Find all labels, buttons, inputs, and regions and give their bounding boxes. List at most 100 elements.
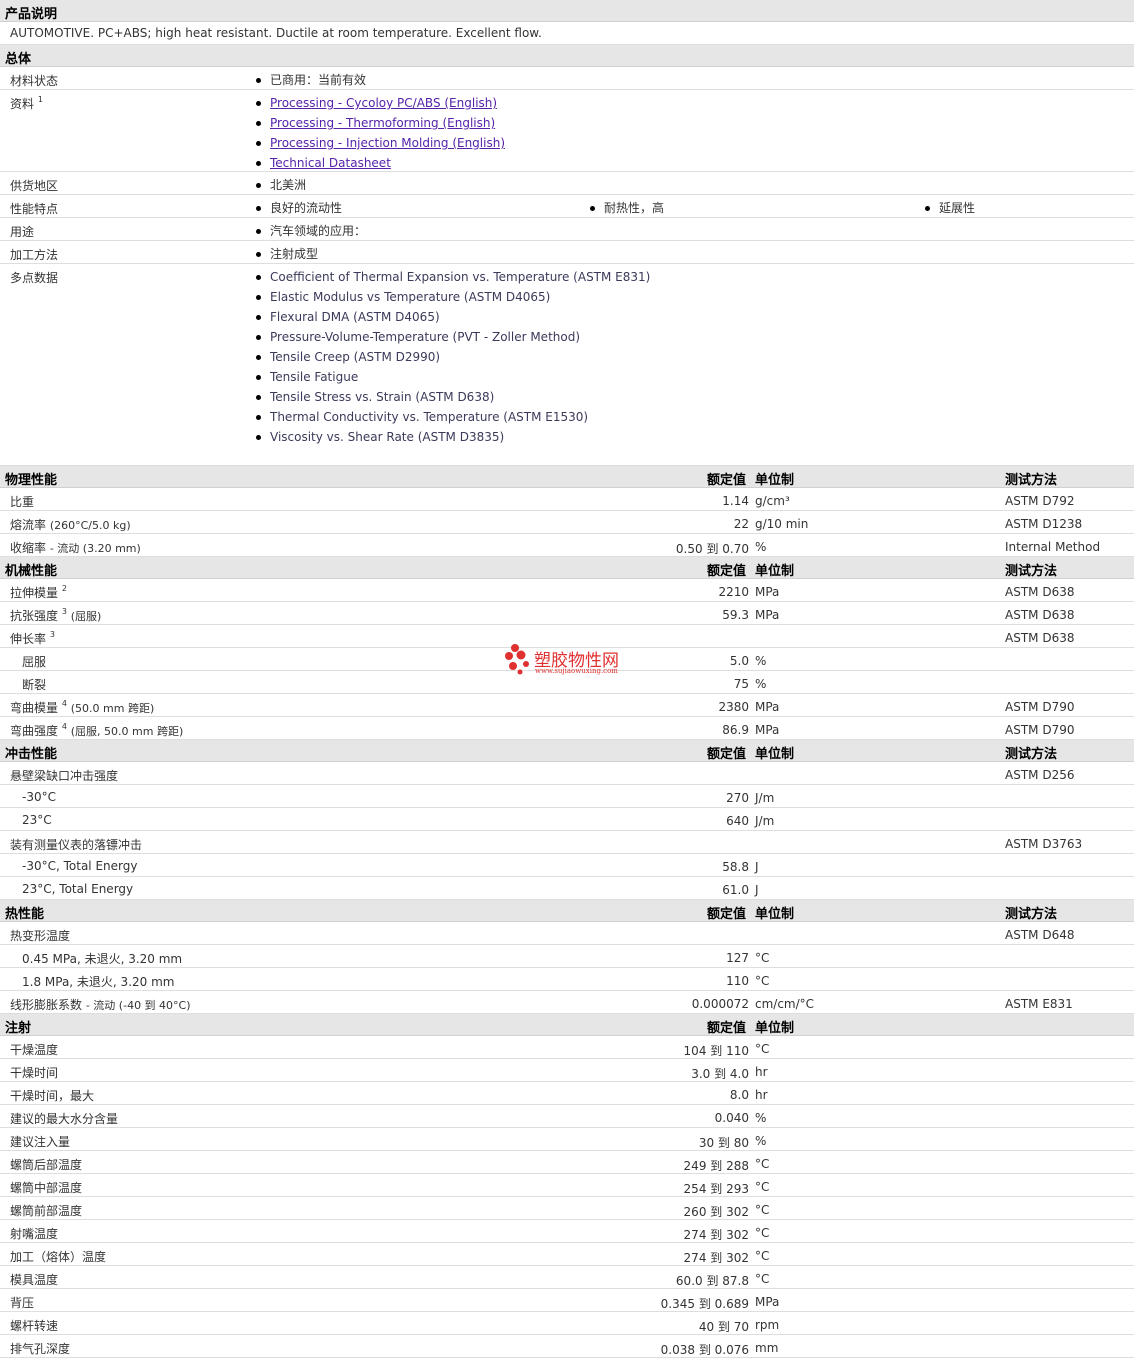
property-unit: °C bbox=[755, 1249, 770, 1263]
list-item-text[interactable]: Tensile Fatigue bbox=[270, 370, 358, 384]
row-label-text: 用途 bbox=[10, 225, 35, 239]
property-row: 螺筒后部温度 249 到 288 °C bbox=[0, 1151, 1134, 1174]
property-row: 比重 1.14 g/cm³ ASTM D792 bbox=[0, 488, 1134, 511]
property-label: 比重 bbox=[10, 493, 34, 510]
property-unit: °C bbox=[755, 1157, 770, 1171]
property-unit: °C bbox=[755, 974, 770, 988]
property-name: 螺杆转速 bbox=[10, 1319, 59, 1333]
list-item-text[interactable]: Elastic Modulus vs Temperature (ASTM D40… bbox=[270, 290, 550, 304]
footnote-ref: 4 bbox=[61, 699, 67, 708]
property-value: 0.038 到 0.076 bbox=[660, 1343, 749, 1357]
property-unit: J/m bbox=[755, 814, 775, 828]
property-value: 0.50 到 0.70 bbox=[675, 542, 749, 556]
property-name: 螺筒后部温度 bbox=[10, 1158, 83, 1172]
list-item-text[interactable]: Flexural DMA (ASTM D4065) bbox=[270, 310, 440, 324]
list-item[interactable]: Processing - Thermoforming (English) bbox=[255, 113, 505, 133]
property-row: 装有测量仪表的落镖冲击 ASTM D3763 bbox=[0, 831, 1134, 854]
property-name: 1.8 MPa, 未退火, 3.20 mm bbox=[22, 975, 175, 989]
property-label: 螺筒中部温度 bbox=[10, 1179, 82, 1196]
property-unit: % bbox=[755, 677, 767, 691]
property-row: 干燥时间，最大 8.0 hr bbox=[0, 1082, 1134, 1105]
row-label: 性能特点 bbox=[10, 200, 58, 217]
property-row: 弯曲强度 4 (屈服, 50.0 mm 跨距) 86.9 MPa ASTM D790 bbox=[0, 717, 1134, 740]
test-method: ASTM D3763 bbox=[1005, 837, 1083, 851]
property-unit: °C bbox=[755, 1272, 770, 1286]
property-row: 1.8 MPa, 未退火, 3.20 mm 110 °C bbox=[0, 968, 1134, 991]
property-label: 伸长率 3 bbox=[10, 630, 55, 647]
column-header-value: 额定值 bbox=[707, 1021, 747, 1036]
row-label: 加工方法 bbox=[10, 246, 58, 263]
row-label: 资料 1 bbox=[10, 95, 43, 112]
list-item-text[interactable]: Tensile Stress vs. Strain (ASTM D638) bbox=[270, 390, 494, 404]
property-label: 热变形温度 bbox=[10, 927, 70, 944]
property-label: 线形膨胀系数 - 流动 (-40 到 40°C) bbox=[10, 996, 191, 1013]
property-name: 装有测量仪表的落镖冲击 bbox=[10, 838, 143, 852]
general-row: 多点数据 Coefficient of Thermal Expansion vs.… bbox=[0, 264, 1134, 466]
property-label: 弯曲强度 4 (屈服, 50.0 mm 跨距) bbox=[10, 722, 183, 739]
property-value: 2210 bbox=[718, 585, 749, 599]
footnote-ref: 3 bbox=[61, 607, 67, 616]
list-item-text[interactable]: Thermal Conductivity vs. Temperature (AS… bbox=[270, 410, 588, 424]
property-row: 加工（熔体）温度 274 到 302 °C bbox=[0, 1243, 1134, 1266]
property-name: 建议的最大水分含量 bbox=[10, 1112, 119, 1126]
property-value: 61.0 bbox=[722, 883, 749, 897]
list-item[interactable]: Processing - Cycoloy PC/ABS (English) bbox=[255, 93, 505, 113]
property-label: 模具温度 bbox=[10, 1271, 58, 1288]
property-condition: (260°C/5.0 kg) bbox=[49, 519, 131, 532]
list-item-text[interactable]: Viscosity vs. Shear Rate (ASTM D3835) bbox=[270, 430, 504, 444]
property-name: 23°C bbox=[22, 813, 52, 827]
test-method: ASTM D638 bbox=[1005, 631, 1075, 645]
property-row: 热变形温度 ASTM D648 bbox=[0, 922, 1134, 945]
document-link[interactable]: Processing - Cycoloy PC/ABS (English) bbox=[270, 96, 497, 110]
document-link[interactable]: Processing - Injection Molding (English) bbox=[270, 136, 505, 150]
bullet-list: Coefficient of Thermal Expansion vs. Tem… bbox=[255, 267, 650, 447]
property-name: 熔流率 bbox=[10, 518, 47, 532]
watermark-dots-icon bbox=[505, 644, 529, 675]
test-method: ASTM E831 bbox=[1005, 997, 1073, 1011]
section-title: 总体 bbox=[5, 52, 32, 67]
property-name: 抗张强度 bbox=[10, 609, 59, 623]
column-header-method: 测试方法 bbox=[1005, 564, 1058, 579]
property-value: 3.0 到 4.0 bbox=[691, 1067, 749, 1081]
property-name: 射嘴温度 bbox=[10, 1227, 59, 1241]
bullet-list: 已商用：当前有效 bbox=[255, 70, 366, 90]
property-label: 悬壁梁缺口冲击强度 bbox=[10, 767, 118, 784]
property-unit: MPa bbox=[755, 608, 780, 622]
list-item-text[interactable]: Coefficient of Thermal Expansion vs. Tem… bbox=[270, 270, 650, 284]
product-description-text: AUTOMOTIVE. PC+ABS; high heat resistant.… bbox=[10, 26, 542, 40]
property-sections: 物理性能 额定值 单位制 测试方法 比重 1.14 g/cm³ ASTM D792 熔流率 (2… bbox=[0, 466, 1134, 1358]
property-unit: mm bbox=[755, 1341, 779, 1355]
property-row: 干燥时间 3.0 到 4.0 hr bbox=[0, 1059, 1134, 1082]
property-row: 弯曲模量 4 (50.0 mm 跨距) 2380 MPa ASTM D790 bbox=[0, 694, 1134, 717]
property-name: 伸长率 bbox=[10, 632, 47, 646]
property-unit: J bbox=[755, 883, 759, 897]
property-label: 收缩率 - 流动 (3.20 mm) bbox=[10, 539, 141, 556]
list-item[interactable]: Processing - Injection Molding (English) bbox=[255, 133, 505, 153]
property-row: 收缩率 - 流动 (3.20 mm) 0.50 到 0.70% Internal M… bbox=[0, 534, 1134, 557]
property-unit: °C bbox=[755, 951, 770, 965]
test-method: ASTM D792 bbox=[1005, 494, 1075, 508]
column-header-unit: 单位制 bbox=[755, 564, 795, 579]
property-label: 23°C, Total Energy bbox=[22, 882, 133, 896]
column-header-value: 额定值 bbox=[707, 907, 747, 922]
list-item-text[interactable]: Tensile Creep (ASTM D2990) bbox=[270, 350, 440, 364]
list-item[interactable]: Technical Datasheet bbox=[255, 153, 505, 173]
list-item: Tensile Stress vs. Strain (ASTM D638) bbox=[255, 387, 650, 407]
property-value: 254 到 293 bbox=[683, 1182, 749, 1196]
property-row: 悬壁梁缺口冲击强度 ASTM D256 bbox=[0, 762, 1134, 785]
list-item-text: 汽车领域的应用： bbox=[270, 224, 367, 238]
document-link[interactable]: Processing - Thermoforming (English) bbox=[270, 116, 495, 130]
list-item-text[interactable]: Pressure-Volume-Temperature (PVT - Zolle… bbox=[270, 330, 580, 344]
property-name: 23°C, Total Energy bbox=[22, 882, 134, 896]
property-label: 0.45 MPa, 未退火, 3.20 mm bbox=[22, 950, 182, 967]
property-value: 40 到 70 bbox=[698, 1320, 749, 1334]
property-value: 86.9 bbox=[722, 723, 749, 737]
property-unit: cm/cm/°C bbox=[755, 997, 815, 1011]
general-row: 供货地区 北美洲 bbox=[0, 172, 1134, 195]
list-item: Elastic Modulus vs Temperature (ASTM D40… bbox=[255, 287, 650, 307]
bullet-list: 汽车领域的应用： bbox=[255, 221, 366, 241]
document-link[interactable]: Technical Datasheet bbox=[270, 156, 391, 170]
property-value: 270 bbox=[726, 791, 749, 805]
property-label: 螺筒后部温度 bbox=[10, 1156, 82, 1173]
section-title: 产品说明 bbox=[5, 7, 58, 22]
